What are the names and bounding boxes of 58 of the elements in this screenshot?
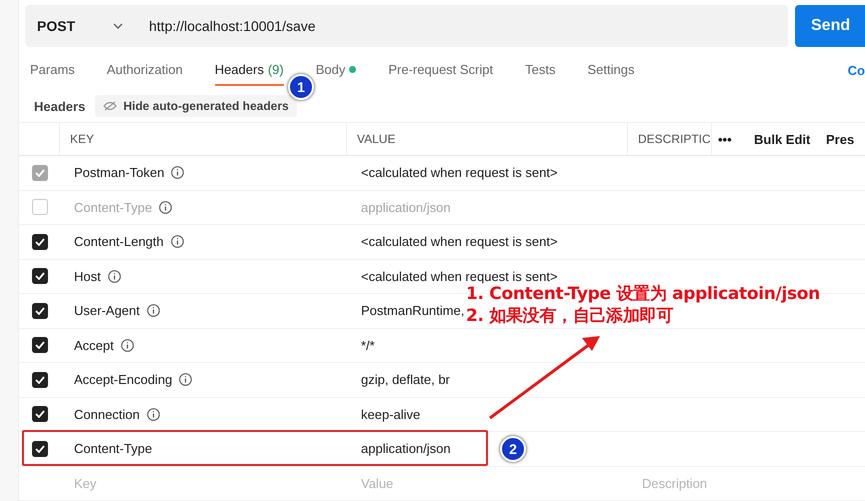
checkmark-icon xyxy=(35,168,45,177)
header-key: Postman-Token xyxy=(74,165,164,180)
checkbox[interactable] xyxy=(32,372,48,388)
header-value: <calculated when request is sent> xyxy=(361,234,558,250)
header-key: Accept xyxy=(74,338,114,353)
column-header: KEY xyxy=(60,123,347,155)
cookies-link[interactable]: Co xyxy=(848,62,865,78)
checkmark-icon xyxy=(35,306,45,315)
toolbar-button[interactable]: Bulk Edit xyxy=(748,123,820,155)
tab[interactable]: Authorization xyxy=(106,54,183,86)
tab[interactable]: Settings xyxy=(587,54,634,86)
checkmark-icon xyxy=(35,341,45,350)
header-key: Connection xyxy=(74,406,140,422)
chevron-down-icon xyxy=(113,23,123,29)
toolbar-button[interactable]: Pres xyxy=(820,123,865,155)
tab[interactable]: Body xyxy=(316,54,356,86)
url-field[interactable]: http://localhost:10001/save xyxy=(135,18,316,34)
checkbox[interactable] xyxy=(32,440,48,457)
checkmark-icon xyxy=(35,444,45,453)
step-marker: 1 xyxy=(288,74,314,100)
tab[interactable]: Headers (9) xyxy=(214,54,284,86)
headers-label: Headers xyxy=(34,98,86,114)
header-value: gzip, deflate, br xyxy=(361,372,450,388)
header-key: User-Agent xyxy=(74,303,140,318)
header-value: */* xyxy=(361,338,375,353)
checkbox[interactable] xyxy=(32,199,48,216)
header-key: Content-Length xyxy=(74,234,164,250)
tab[interactable]: Tests xyxy=(525,54,556,86)
checkbox[interactable] xyxy=(32,234,48,250)
send-button[interactable]: Send xyxy=(795,5,865,47)
hide-headers-toggle[interactable]: Hide auto-generated headers xyxy=(95,95,297,117)
method-dropdown[interactable]: POST xyxy=(25,5,135,47)
column-header: DESCRIPTIC xyxy=(628,123,712,155)
tab[interactable]: Params xyxy=(30,54,75,86)
checkbox[interactable] xyxy=(32,406,48,422)
checkbox[interactable] xyxy=(32,337,48,354)
header-key: Content-Type xyxy=(74,200,152,215)
checkmark-icon xyxy=(35,238,45,246)
more-options-button[interactable]: ••• xyxy=(712,123,748,155)
checkmark-icon xyxy=(35,376,45,384)
header-value: <calculated when request is sent> xyxy=(361,165,558,180)
header-value: keep-alive xyxy=(361,406,420,422)
checkbox[interactable] xyxy=(32,302,48,319)
annotation-text: 1. Content-Type 设置为 applicatoin/json 2. 如果没有，自己添加即可 xyxy=(466,283,820,327)
header-key: Accept-Encoding xyxy=(74,372,172,388)
column-header: VALUE xyxy=(347,123,628,155)
header-value: PostmanRuntime, xyxy=(361,303,464,318)
header-value: <calculated when request is sent> xyxy=(361,268,558,284)
header-key: Host xyxy=(74,268,101,284)
header-value: application/json xyxy=(361,441,451,456)
header-key: Content-Type xyxy=(74,441,152,456)
checkbox[interactable] xyxy=(32,268,48,284)
step-marker: 2 xyxy=(500,436,526,462)
tab[interactable]: Pre-request Script xyxy=(388,54,494,86)
checkmark-icon xyxy=(35,272,45,280)
checkmark-icon xyxy=(35,410,45,418)
header-value: application/json xyxy=(361,200,451,215)
eye-off-icon xyxy=(103,101,118,111)
